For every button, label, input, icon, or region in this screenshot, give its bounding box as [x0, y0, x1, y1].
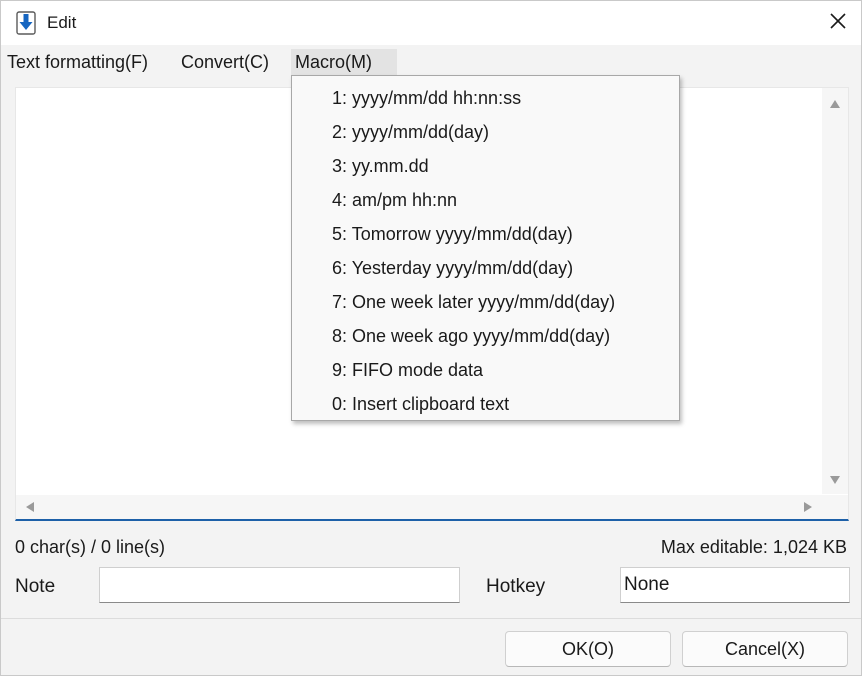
scroll-down-icon[interactable]	[830, 476, 840, 484]
macro-item-fifo-data[interactable]: 9: FIFO mode data	[292, 353, 679, 387]
note-input[interactable]	[99, 567, 460, 603]
menu-convert[interactable]: Convert(C)	[177, 49, 273, 75]
hotkey-label: Hotkey	[486, 576, 546, 597]
scroll-right-icon[interactable]	[804, 502, 812, 512]
download-arrow-icon	[15, 11, 37, 35]
macro-item-yesterday[interactable]: 6: Yesterday yyyy/mm/dd(day)	[292, 251, 679, 285]
footer-divider	[1, 618, 861, 619]
macro-item-tomorrow[interactable]: 5: Tomorrow yyyy/mm/dd(day)	[292, 217, 679, 251]
macro-item-week-later[interactable]: 7: One week later yyyy/mm/dd(day)	[292, 285, 679, 319]
window-title: Edit	[47, 13, 77, 32]
cancel-button[interactable]: Cancel(X)	[682, 631, 848, 667]
menu-text-formatting[interactable]: Text formatting(F)	[3, 49, 152, 75]
macro-item-date-day[interactable]: 2: yyyy/mm/dd(day)	[292, 115, 679, 149]
macro-item-datetime[interactable]: 1: yyyy/mm/dd hh:nn:ss	[292, 81, 679, 115]
macro-item-clipboard-text[interactable]: 0: Insert clipboard text	[292, 387, 679, 421]
scroll-left-icon[interactable]	[26, 502, 34, 512]
scroll-corner	[822, 495, 848, 519]
vertical-scrollbar[interactable]	[822, 88, 848, 494]
note-label: Note	[15, 576, 56, 597]
title-bar: Edit	[1, 1, 861, 45]
hotkey-input[interactable]	[620, 567, 850, 603]
max-editable-size: Max editable: 1,024 KB	[660, 537, 847, 557]
macro-item-short-date[interactable]: 3: yy.mm.dd	[292, 149, 679, 183]
menu-bar: Text formatting(F) Convert(C) Macro(M)	[1, 45, 861, 77]
close-button[interactable]	[815, 1, 861, 45]
horizontal-scrollbar[interactable]	[16, 495, 822, 519]
macro-dropdown-menu: 1: yyyy/mm/dd hh:nn:ss 2: yyyy/mm/dd(day…	[291, 75, 680, 421]
ok-button[interactable]: OK(O)	[505, 631, 671, 667]
close-icon	[829, 12, 847, 35]
char-line-count: 0 char(s) / 0 line(s)	[15, 537, 166, 557]
menu-macro[interactable]: Macro(M)	[291, 49, 397, 75]
edit-dialog: Edit Text formatting(F) Convert(C) Macro…	[0, 0, 862, 676]
macro-item-week-ago[interactable]: 8: One week ago yyyy/mm/dd(day)	[292, 319, 679, 353]
scroll-up-icon[interactable]	[830, 100, 840, 108]
macro-item-ampm-time[interactable]: 4: am/pm hh:nn	[292, 183, 679, 217]
